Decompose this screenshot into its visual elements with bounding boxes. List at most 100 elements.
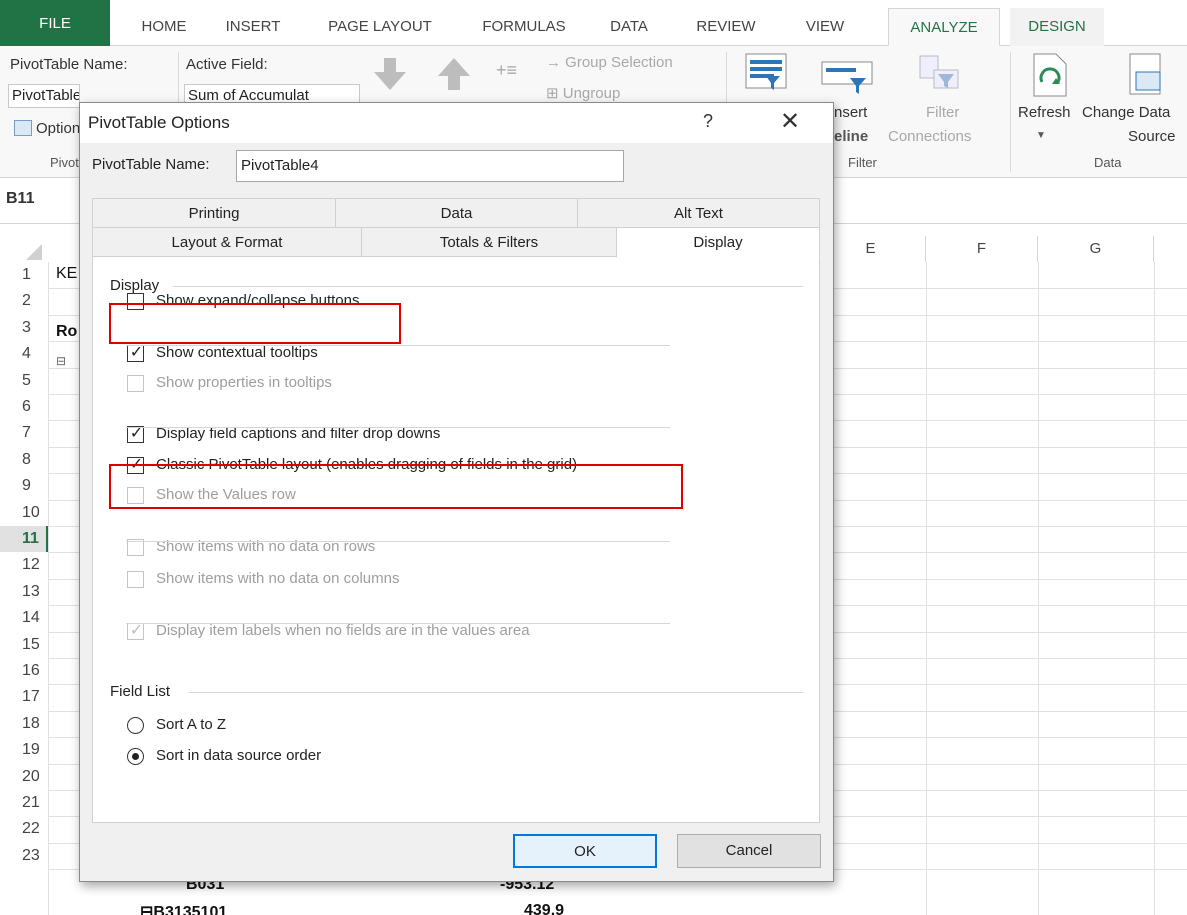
cell-a3[interactable]: Ro [56,323,77,341]
option-label[interactable]: Show items with no data on columns [156,570,399,587]
insert-timeline-label[interactable]: nsert [834,104,867,121]
column-header-f[interactable]: F [926,236,1038,262]
option-checkbox[interactable]: ✓ [127,344,144,362]
tab-data[interactable]: Data [335,198,578,228]
timeline-label[interactable]: eline [834,128,868,145]
insert-timeline-icon[interactable] [820,56,874,94]
ungroup-label: Ungroup [562,85,621,102]
dialog-titlebar: PivotTable Options ? ✕ [80,103,833,143]
option-checkbox[interactable]: ✓ [127,622,144,640]
tab-file[interactable]: FILE [0,0,110,46]
tab-display[interactable]: Display [616,227,820,258]
insert-slicer-icon[interactable] [744,52,788,92]
ribbon-separator [1010,52,1011,172]
pivot-name-input[interactable]: PivotTable4 [8,84,80,108]
row-header[interactable]: 23 [0,843,48,869]
change-data-source-label-2[interactable]: Source [1128,128,1176,145]
ribbon-tab-bar: FILE HOME INSERT PAGE LAYOUT FORMULAS DA… [0,0,1187,46]
sort-source-order-label[interactable]: Sort in data source order [156,747,321,764]
data-group-label: Data [1094,155,1122,170]
option-checkbox[interactable]: ✓ [127,425,144,443]
tab-design[interactable]: DESIGN [1010,8,1104,46]
name-box[interactable]: B11 [6,190,76,216]
highlight-expand-collapse [109,303,401,344]
row-header[interactable]: 15 [0,632,48,658]
group-divider [126,541,670,542]
option-checkbox[interactable] [127,375,144,392]
row-header[interactable]: 4 [0,341,48,367]
tab-analyze[interactable]: ANALYZE [888,8,1000,46]
pivot-name-field[interactable]: PivotTable4 [236,150,624,182]
group-selection-button[interactable]: → Group Selection [546,54,673,71]
pivottable-options-dialog: PivotTable Options ? ✕ PivotTable Name: … [79,102,834,882]
change-data-source-label-1[interactable]: Change Data [1082,104,1170,121]
row-header[interactable]: 10 [0,500,48,526]
collapse-toggle-icon[interactable]: ⊟ [56,354,66,368]
pivot-options-icon [14,120,32,136]
row-header[interactable]: 7 [0,420,48,446]
row-header[interactable]: 20 [0,764,48,790]
tab-formulas[interactable]: FORMULAS [466,8,582,46]
tab-data[interactable]: DATA [592,8,666,46]
tab-page-layout[interactable]: PAGE LAYOUT [308,8,452,46]
tab-review[interactable]: REVIEW [676,8,776,46]
option-label[interactable]: Show properties in tooltips [156,374,332,391]
row-header[interactable]: 9 [0,473,48,499]
active-field-label: Active Field: [186,56,268,73]
tab-insert[interactable]: INSERT [210,8,296,46]
row-header[interactable]: 6 [0,394,48,420]
row-header[interactable]: 12 [0,552,48,578]
row-header[interactable]: 17 [0,684,48,710]
refresh-dropdown-icon[interactable]: ▼ [1036,130,1046,141]
refresh-label[interactable]: Refresh [1018,104,1071,121]
cell-a1[interactable]: KE [56,265,77,283]
row-header[interactable]: 21 [0,790,48,816]
expand-field-icon[interactable]: +≡ [496,60,517,81]
row-header[interactable]: 1 [0,262,48,288]
display-section-label: Display [110,277,160,294]
row-header[interactable]: 11 [0,526,48,553]
ungroup-button[interactable]: ⊞ Ungroup [546,84,620,102]
row-header[interactable]: 19 [0,737,48,763]
row-header[interactable]: 13 [0,579,48,605]
tab-alt-text[interactable]: Alt Text [577,198,820,228]
refresh-icon[interactable] [1028,52,1072,100]
close-icon[interactable]: ✕ [780,107,800,136]
tab-layout-format[interactable]: Layout & Format [92,227,362,257]
drill-up-icon[interactable] [434,54,474,94]
tab-home[interactable]: HOME [126,8,202,46]
row-header[interactable]: 8 [0,447,48,473]
option-checkbox[interactable] [127,571,144,588]
row-header[interactable]: 18 [0,711,48,737]
cell-b23[interactable]: ⊟B3135101 [140,902,227,915]
help-button[interactable]: ? [703,111,713,132]
change-data-source-icon[interactable] [1124,52,1168,100]
row-header[interactable]: 3 [0,315,48,341]
option-label[interactable]: Show contextual tooltips [156,344,318,361]
cell-c23[interactable]: 439.9 [524,902,564,915]
sort-a-to-z-label[interactable]: Sort A to Z [156,716,226,733]
group-divider [126,427,670,428]
row-header[interactable]: 16 [0,658,48,684]
filter-connections-label-1: Filter [926,104,960,121]
row-header[interactable]: 22 [0,816,48,842]
sort-a-to-z-radio[interactable] [127,717,144,734]
sort-source-order-radio[interactable] [127,748,144,765]
column-header-g[interactable]: G [1038,236,1154,262]
tab-view[interactable]: VIEW [786,8,864,46]
ok-button[interactable]: OK [513,834,657,868]
tab-printing[interactable]: Printing [92,198,336,228]
row-header[interactable]: 14 [0,605,48,631]
cell-b23-text: B3135101 [153,904,228,915]
drill-down-icon[interactable] [370,54,410,94]
row-header[interactable]: 2 [0,288,48,314]
row-header[interactable]: 5 [0,368,48,394]
tab-totals-filters[interactable]: Totals & Filters [361,227,617,257]
select-all-corner[interactable] [24,242,44,262]
cancel-button[interactable]: Cancel [677,834,821,868]
highlight-classic-layout [109,464,683,509]
field-list-section-label: Field List [110,683,171,700]
option-label[interactable]: Display item labels when no fields are i… [156,622,530,639]
filter-connections-label-2: Connections [888,128,972,145]
section-divider [173,286,803,287]
